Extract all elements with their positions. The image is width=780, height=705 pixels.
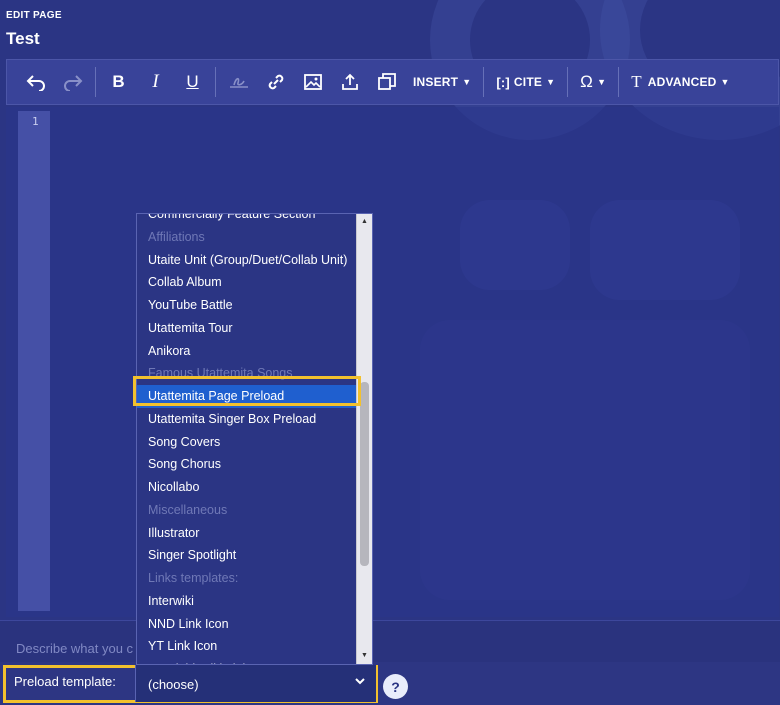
edit-page-label: EDIT PAGE: [6, 10, 62, 21]
toolbar-divider: [618, 67, 620, 97]
preload-template-label: Preload template:: [14, 674, 116, 689]
dropdown-option[interactable]: Singer Spotlight: [137, 544, 357, 567]
toolbar-divider: [215, 67, 216, 97]
insert-menu-button[interactable]: INSERT ▼: [405, 65, 479, 99]
dropdown-option[interactable]: Anikora: [137, 340, 357, 363]
text-icon: T: [631, 72, 642, 91]
upload-icon[interactable]: [331, 65, 368, 99]
dropdown-option[interactable]: Utattemita Tour: [137, 317, 357, 340]
redo-icon[interactable]: [54, 65, 91, 99]
help-icon[interactable]: ?: [383, 674, 408, 699]
cite-menu-button[interactable]: [:] CITE ▼: [488, 65, 563, 99]
page-header: EDIT PAGE Test: [6, 10, 62, 49]
dropdown-option[interactable]: Song Covers: [137, 431, 357, 454]
dropdown-option[interactable]: Commercially Feature Section: [137, 214, 357, 226]
select-value: (choose): [148, 677, 199, 692]
preload-template-row: Preload template: (choose) ?: [0, 662, 780, 705]
dropdown-option[interactable]: Illustrator: [137, 522, 357, 545]
dropdown-option[interactable]: YouTube Battle: [137, 294, 357, 317]
underline-icon[interactable]: U: [174, 65, 211, 99]
image-icon[interactable]: [294, 65, 331, 99]
scrollbar-thumb[interactable]: [360, 382, 369, 566]
dropdown-option[interactable]: Vocaloid Wiki Link: [137, 658, 357, 664]
undo-icon[interactable]: [17, 65, 54, 99]
chevron-down-icon: ▼: [597, 77, 607, 87]
edit-summary-input[interactable]: Describe what you c: [16, 641, 133, 656]
scroll-up-icon[interactable]: ▲: [357, 215, 372, 229]
preload-template-dropdown: Commercially Feature Section Affiliations…: [136, 213, 373, 665]
gallery-icon[interactable]: [368, 65, 405, 99]
dropdown-option[interactable]: NND Link Icon: [137, 613, 357, 636]
dropdown-group-label: Famous Utattemita Songs: [148, 366, 293, 381]
preload-template-select[interactable]: (choose): [135, 665, 376, 702]
dropdown-group-label: Affiliations: [148, 229, 205, 244]
dropdown-option[interactable]: YT Link Icon: [137, 635, 357, 658]
special-characters-button[interactable]: Ω ▼: [572, 65, 614, 99]
dropdown-option[interactable]: Nicollabo: [137, 476, 357, 499]
line-number: 1: [32, 115, 39, 128]
chevron-down-icon: [354, 675, 366, 689]
chevron-down-icon: ▼: [546, 77, 556, 87]
dropdown-scrollbar[interactable]: ▲ ▼: [356, 214, 372, 664]
link-icon[interactable]: [257, 65, 294, 99]
dropdown-option[interactable]: Collab Album: [137, 271, 357, 294]
insert-label: INSERT: [413, 75, 459, 89]
dropdown-options-list: Commercially Feature Section Affiliations…: [137, 214, 357, 664]
editor-toolbar: B I U INSERT ▼ [:] CITE ▼ Ω ▼ T ADVANCED ▼: [6, 59, 779, 105]
italic-icon[interactable]: I: [137, 65, 174, 99]
cite-label: CITE: [513, 75, 543, 89]
dropdown-group-label: Links templates:: [148, 571, 239, 585]
signature-icon[interactable]: [220, 65, 257, 99]
chevron-down-icon: ▼: [462, 77, 472, 87]
line-gutter: 1: [18, 111, 50, 611]
advanced-menu-button[interactable]: T ADVANCED ▼: [623, 65, 737, 99]
cite-icon: [:]: [496, 74, 510, 90]
bold-icon[interactable]: B: [100, 65, 137, 99]
page-title: Test: [6, 29, 40, 48]
dropdown-option[interactable]: Utaite Unit (Group/Duet/Collab Unit): [137, 249, 357, 272]
dropdown-group-label: Miscellaneous: [148, 502, 228, 517]
toolbar-divider: [95, 67, 96, 97]
source-editor[interactable]: 1: [6, 107, 779, 617]
advanced-label: ADVANCED: [647, 75, 717, 89]
dropdown-option[interactable]: Interwiki: [137, 590, 357, 613]
toolbar-divider: [567, 67, 569, 97]
omega-icon: Ω: [580, 72, 594, 91]
chevron-down-icon: ▼: [720, 77, 730, 87]
dropdown-option[interactable]: Utattemita Singer Box Preload: [137, 408, 357, 431]
toolbar-divider: [483, 67, 485, 97]
scroll-down-icon[interactable]: ▼: [357, 649, 372, 663]
edit-summary-row: Describe what you c: [0, 620, 780, 662]
dropdown-option[interactable]: Utattemita Page Preload: [137, 385, 357, 408]
dropdown-option[interactable]: Song Chorus: [137, 453, 357, 476]
